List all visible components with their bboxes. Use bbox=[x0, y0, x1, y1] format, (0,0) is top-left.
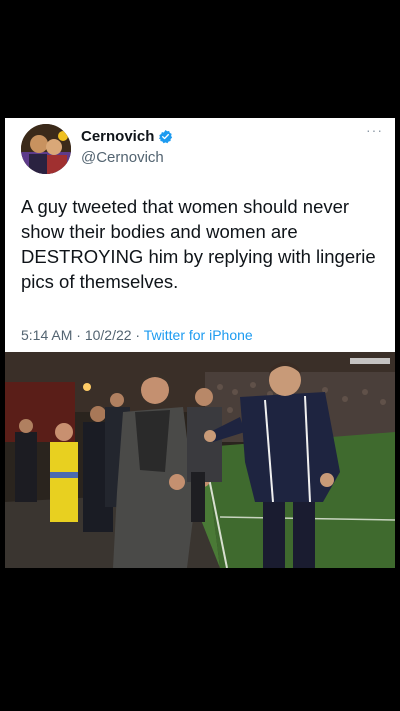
display-name[interactable]: Cernovich bbox=[81, 128, 154, 145]
meta-separator: · bbox=[131, 327, 144, 343]
avatar-image bbox=[21, 124, 71, 174]
tweet-time[interactable]: 5:14 AM bbox=[21, 327, 72, 343]
tweet-source[interactable]: Twitter for iPhone bbox=[144, 327, 253, 343]
meta-separator: · bbox=[72, 327, 85, 343]
tweet-date[interactable]: 10/2/22 bbox=[85, 327, 132, 343]
more-options-icon[interactable]: ··· bbox=[366, 122, 383, 138]
verified-badge-icon bbox=[158, 129, 173, 144]
name-row: Cernovich bbox=[81, 128, 173, 145]
avatar[interactable] bbox=[21, 124, 71, 174]
stadium-photo bbox=[5, 352, 395, 568]
tweet-card[interactable]: Cernovich @Cernovich ··· A guy tweeted t… bbox=[5, 118, 395, 353]
tweet-media-photo[interactable] bbox=[5, 352, 395, 568]
tweet-meta: 5:14 AM · 10/2/22 · Twitter for iPhone bbox=[21, 327, 253, 343]
handle[interactable]: @Cernovich bbox=[81, 149, 164, 166]
tweet-text: A guy tweeted that women should never sh… bbox=[21, 196, 376, 292]
